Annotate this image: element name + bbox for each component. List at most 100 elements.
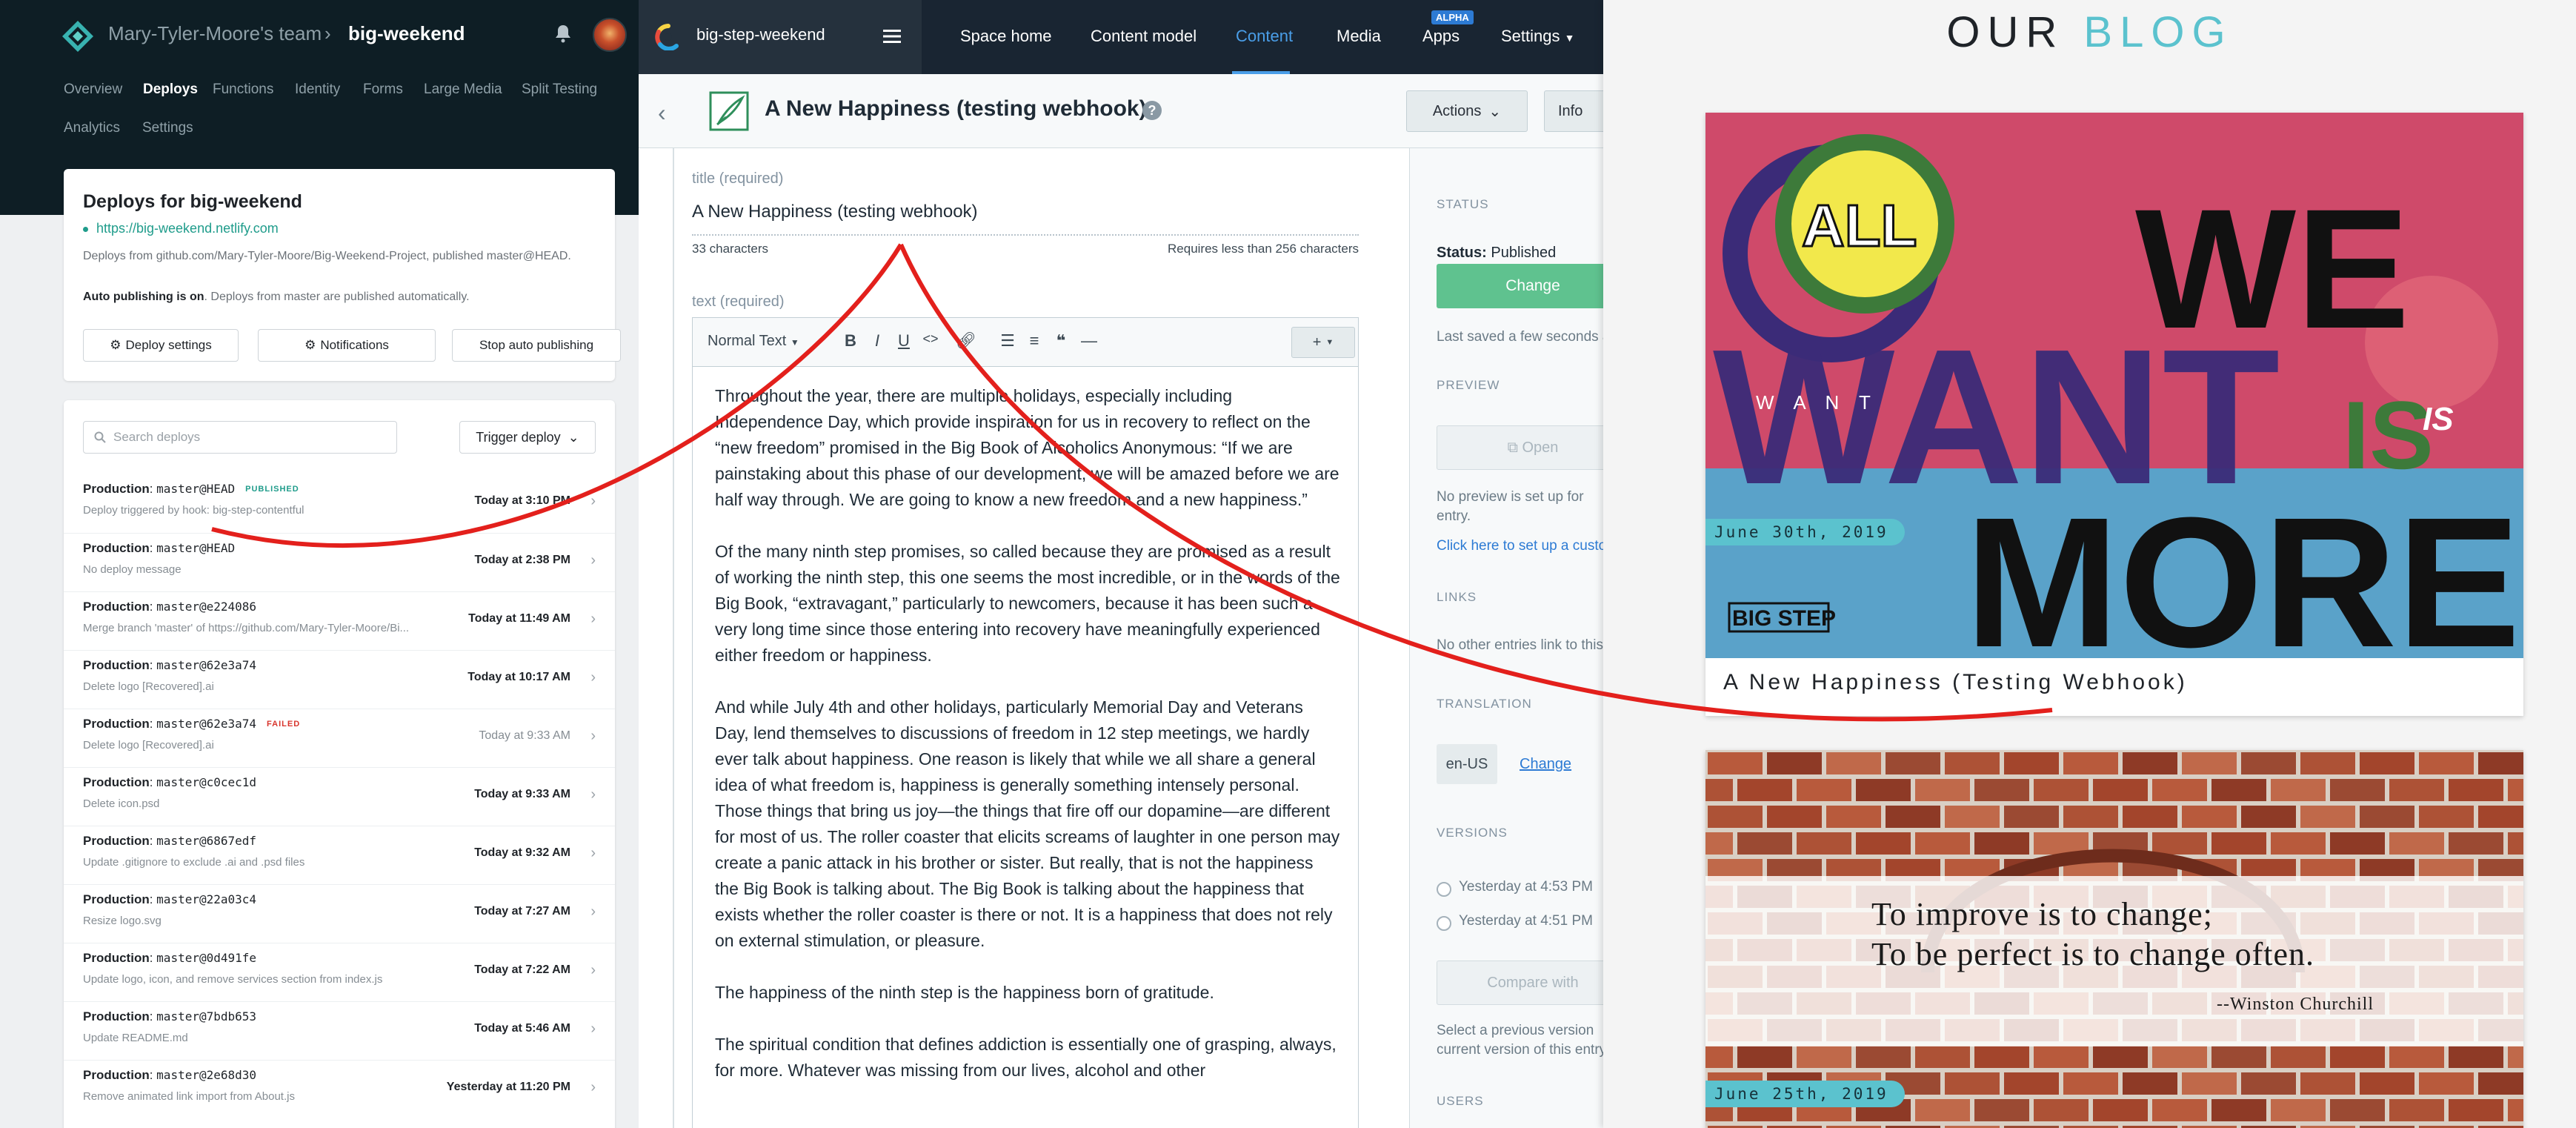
caret-down-icon: ▼: [1325, 338, 1334, 347]
text-format-dropdown[interactable]: Normal Text ▼: [708, 333, 799, 350]
entry-editor: title (required) A New Happiness (testin…: [639, 148, 1409, 1128]
italic-icon[interactable]: I: [866, 331, 888, 351]
body-paragraph: The happiness of the ninth step is the h…: [715, 983, 1214, 1002]
help-icon[interactable]: ?: [1142, 101, 1162, 120]
deploy-row[interactable]: Production: master@6867edf Update .gitign…: [64, 826, 615, 884]
deploy-row[interactable]: Production: master@HEAD No deploy message…: [64, 533, 615, 591]
nav-overview[interactable]: Overview: [64, 82, 122, 98]
nav-identity[interactable]: Identity: [295, 82, 340, 98]
deploy-row[interactable]: Production: master@HEAD PUBLISHED Deploy t…: [64, 474, 615, 533]
setup-preview-link[interactable]: Click here to set up a custom: [1437, 538, 1603, 554]
deploy-ref: master@c0cec1d: [156, 775, 257, 789]
nav-functions[interactable]: Functions: [213, 82, 273, 98]
compare-versions-button[interactable]: Compare with: [1437, 961, 1603, 1005]
deploy-settings-label: Deploy settings: [125, 338, 212, 352]
deploy-time: Today at 7:22 AM: [474, 963, 570, 976]
post-date-badge: June 25th, 2019: [1705, 1081, 1905, 1107]
deploy-ref: master@HEAD: [156, 541, 236, 555]
auto-publish-status: Auto publishing is on. Deploys from mast…: [83, 291, 470, 304]
typographic-artwork: ALL WE WANT W A N T IS IS MORE BIG STEP: [1705, 113, 2523, 658]
deploy-row[interactable]: Production: master@7bdb653 Update README.…: [64, 1001, 615, 1060]
deploy-env: Production: [83, 658, 150, 672]
body-paragraph: And while July 4th and other holidays, p…: [715, 697, 1340, 950]
deploy-row[interactable]: Production: master@62e3a74 Delete logo [R…: [64, 650, 615, 709]
deploy-env: Production: [83, 951, 150, 965]
chevron-right-icon: ›: [590, 962, 596, 978]
avatar[interactable]: [593, 18, 627, 52]
deploy-row[interactable]: Production: master@0d491fe Update logo, i…: [64, 943, 615, 1001]
nav-space-home[interactable]: Space home: [960, 27, 1052, 46]
nav-media[interactable]: Media: [1337, 27, 1381, 46]
deploy-status-badge: FAILED: [267, 720, 301, 729]
post-title[interactable]: A New Happiness (Testing Webhook): [1723, 670, 2188, 695]
search-deploys-input[interactable]: Search deploys: [83, 421, 397, 454]
link-icon[interactable]: 🔗︎: [955, 331, 977, 351]
space-switcher[interactable]: big-step-weekend: [639, 0, 922, 74]
nav-forms[interactable]: Forms: [363, 82, 403, 98]
stop-auto-publishing-label: Stop auto publishing: [479, 338, 594, 352]
stop-auto-publishing-button[interactable]: Stop auto publishing: [452, 329, 621, 362]
deploy-row[interactable]: Production: master@22a03c4 Resize logo.sv…: [64, 884, 615, 943]
quote-icon[interactable]: ❝: [1050, 331, 1072, 351]
nav-content-model[interactable]: Content model: [1091, 27, 1197, 46]
deploy-ref: master@2e68d30: [156, 1068, 257, 1082]
underline-icon[interactable]: U: [893, 331, 915, 351]
code-icon[interactable]: <>: [919, 331, 942, 347]
deploy-row[interactable]: Production: master@c0cec1d Delete icon.ps…: [64, 767, 615, 826]
nav-apps[interactable]: Apps: [1422, 27, 1460, 46]
bell-icon[interactable]: [554, 24, 572, 43]
art-word-is: IS: [2343, 381, 2434, 489]
nav-settings[interactable]: Settings ▼: [1501, 27, 1574, 46]
rich-text-editor[interactable]: Throughout the year, there are multiple …: [692, 366, 1359, 1128]
bulleted-list-icon[interactable]: ☰: [996, 331, 1019, 351]
blog-post-card[interactable]: To improve is to change; To be perfect i…: [1705, 750, 2523, 1128]
blog-title: OUR BLOG: [1603, 7, 2576, 57]
back-arrow-icon[interactable]: ‹: [658, 99, 666, 127]
menu-icon[interactable]: [883, 28, 901, 44]
chevron-right-icon: ›: [590, 669, 596, 686]
notifications-button[interactable]: ⚙ Notifications: [258, 329, 436, 362]
version-radio[interactable]: [1437, 916, 1451, 931]
nav-settings[interactable]: Settings: [142, 120, 193, 136]
change-locale-link[interactable]: Change: [1520, 756, 1571, 773]
preview-heading: PREVIEW: [1437, 378, 1500, 392]
change-status-button[interactable]: Change: [1437, 264, 1603, 308]
version-radio[interactable]: [1437, 882, 1451, 897]
deploy-title: Production: master@7bdb653: [83, 1009, 257, 1024]
netlify-logo-icon[interactable]: [61, 19, 95, 53]
team-name-link[interactable]: Mary-Tyler-Moore's team: [108, 22, 322, 45]
site-url-link[interactable]: https://big-weekend.netlify.com: [96, 221, 279, 236]
deploy-ref: master@6867edf: [156, 834, 257, 848]
title-field-input[interactable]: A New Happiness (testing webhook): [692, 202, 1359, 236]
nav-analytics[interactable]: Analytics: [64, 120, 120, 136]
deploy-row[interactable]: Production: master@e224086 Merge branch '…: [64, 591, 615, 650]
deploy-settings-button[interactable]: ⚙ Deploy settings: [83, 329, 239, 362]
deploy-row[interactable]: Production: master@2e68d30 Remove animate…: [64, 1060, 615, 1118]
contentful-panel: big-step-weekend Space home Content mode…: [639, 0, 1618, 1128]
nav-large-media[interactable]: Large Media: [424, 82, 502, 98]
deploy-title: Production: master@c0cec1d: [83, 775, 257, 789]
deploy-message: Resize logo.svg: [83, 915, 162, 927]
card-title: Deploys for big-weekend: [83, 191, 302, 212]
nav-split-testing[interactable]: Split Testing: [522, 82, 597, 98]
art-word-all: ALL: [1802, 193, 1917, 259]
contentful-top-nav: big-step-weekend Space home Content mode…: [639, 0, 1603, 74]
deploy-ref: master@0d491fe: [156, 951, 257, 965]
bold-icon[interactable]: B: [839, 331, 862, 351]
deploy-row[interactable]: Production: master@62e3a74 FAILED Delete l…: [64, 709, 615, 767]
text-field-label: text (required): [692, 293, 785, 310]
nav-content[interactable]: Content: [1236, 27, 1293, 46]
horizontal-rule-icon[interactable]: —: [1078, 331, 1100, 351]
trigger-deploy-button[interactable]: Trigger deploy ⌄: [459, 421, 596, 454]
site-name[interactable]: big-weekend: [348, 22, 465, 45]
nav-deploys[interactable]: Deploys: [143, 82, 198, 98]
deploy-time: Today at 3:10 PM: [474, 494, 570, 507]
contentful-logo-icon: [655, 24, 679, 50]
open-preview-button[interactable]: ⧉ Open: [1437, 425, 1603, 470]
deploy-env: Production: [83, 600, 150, 614]
actions-dropdown[interactable]: Actions ⌄: [1406, 90, 1528, 132]
blog-post-card[interactable]: ALL WE WANT W A N T IS IS MORE BIG STEP …: [1705, 113, 2523, 716]
embed-dropdown[interactable]: + ▼: [1291, 327, 1355, 358]
space-name: big-step-weekend: [696, 25, 825, 44]
numbered-list-icon[interactable]: ≡: [1023, 331, 1045, 351]
